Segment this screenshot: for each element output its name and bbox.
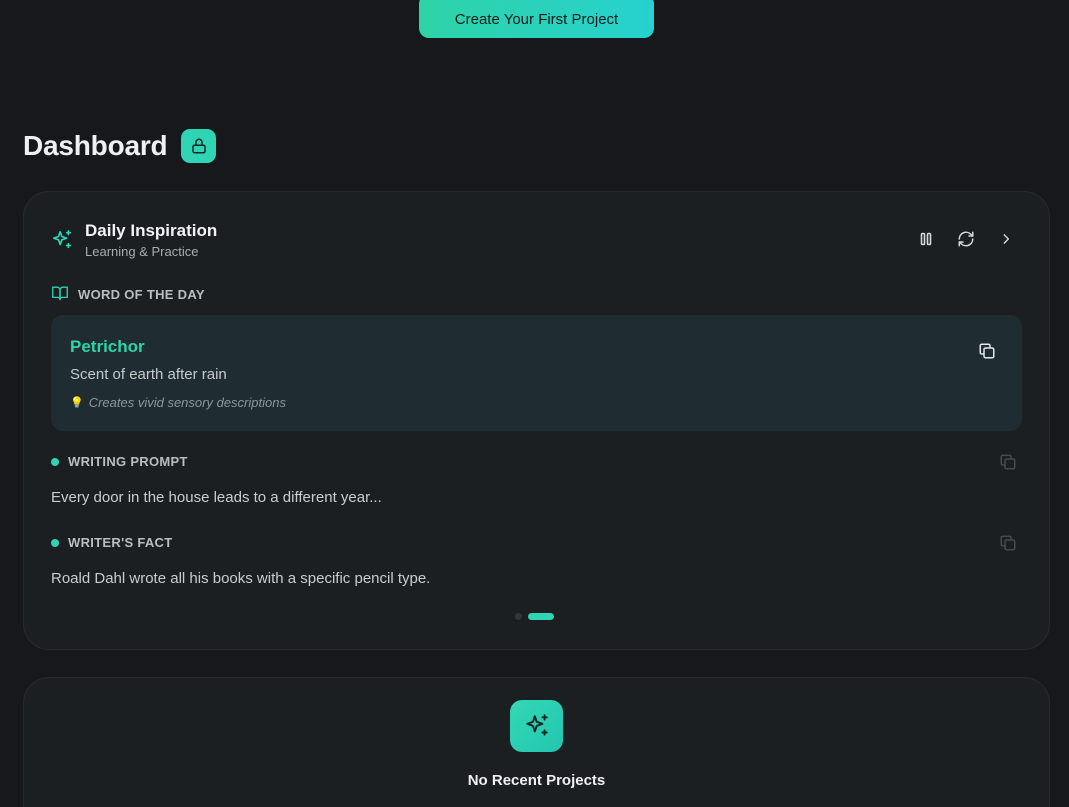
copy-icon[interactable] xyxy=(978,342,996,365)
page-dot-2-active[interactable] xyxy=(528,613,554,620)
daily-inspiration-card: Daily Inspiration Learning & Practice WO… xyxy=(23,191,1050,650)
pagination-dots xyxy=(515,613,554,620)
dashboard-header: Dashboard xyxy=(23,128,217,164)
copy-fact-icon[interactable] xyxy=(999,534,1017,557)
refresh-icon[interactable] xyxy=(957,230,975,248)
word-of-the-day-label: WORD OF THE DAY xyxy=(51,285,205,304)
create-first-project-button[interactable]: Create Your First Project xyxy=(419,0,654,38)
bullet-dot xyxy=(51,538,59,547)
chevron-right-icon[interactable] xyxy=(997,230,1015,248)
sparkles-icon xyxy=(51,229,73,256)
writing-prompt-label: WRITING PROMPT xyxy=(51,454,188,469)
writing-prompt-text: Every door in the house leads to a diffe… xyxy=(51,489,382,506)
no-recent-projects-title: No Recent Projects xyxy=(467,772,606,789)
writers-fact-label: WRITER'S FACT xyxy=(51,535,173,550)
word-term: Petrichor xyxy=(70,337,145,356)
lightbulb-icon: 💡 xyxy=(70,397,84,409)
page-title: Dashboard xyxy=(23,130,168,161)
card-actions xyxy=(917,230,1015,248)
copy-prompt-icon[interactable] xyxy=(999,453,1017,476)
card-title: Daily Inspiration xyxy=(85,221,218,240)
card-header: Daily Inspiration Learning & Practice xyxy=(51,220,217,259)
pause-icon[interactable] xyxy=(917,230,935,248)
sparkles-icon xyxy=(510,700,563,752)
recent-projects-card: No Recent Projects xyxy=(23,677,1050,807)
page-dot-1[interactable] xyxy=(515,613,522,620)
word-of-the-day-box: Petrichor Scent of earth after rain 💡 Cr… xyxy=(51,315,1022,431)
word-definition: Scent of earth after rain xyxy=(70,366,227,383)
card-subtitle: Learning & Practice xyxy=(85,244,199,259)
lock-icon[interactable] xyxy=(181,129,217,163)
bullet-dot xyxy=(51,457,59,466)
word-tip: 💡 Creates vivid sensory descriptions xyxy=(70,395,286,410)
writers-fact-text: Roald Dahl wrote all his books with a sp… xyxy=(51,570,431,587)
book-open-icon xyxy=(51,285,69,304)
